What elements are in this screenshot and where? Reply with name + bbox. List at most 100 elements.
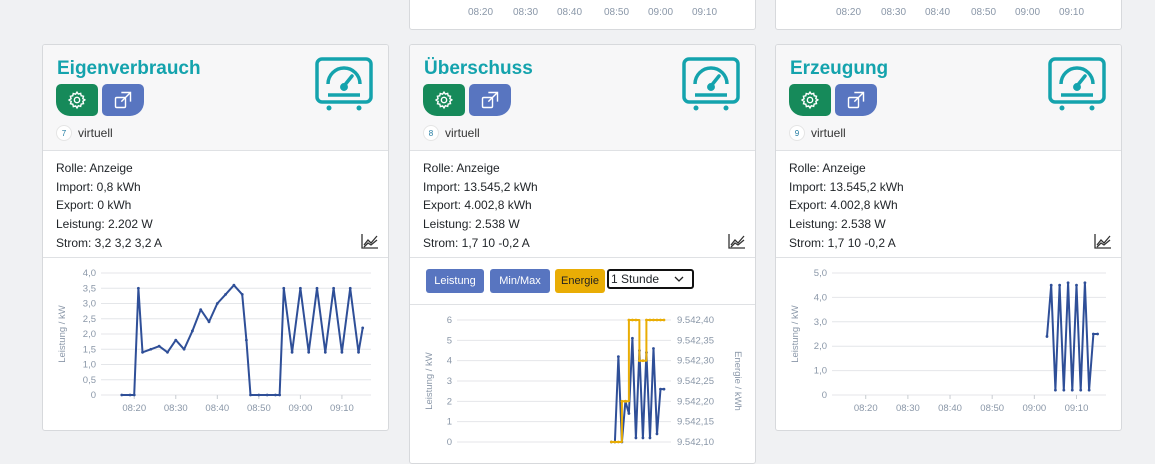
virtual-label: virtuell (811, 126, 846, 140)
data-point (1054, 388, 1057, 392)
open-link-button[interactable] (469, 84, 511, 116)
y-tick-label: 4 (447, 356, 452, 367)
data-point (652, 347, 655, 350)
settings-button[interactable] (56, 84, 98, 116)
data-point (149, 347, 153, 351)
data-point (348, 286, 352, 290)
data-point (249, 393, 252, 397)
data-point (616, 440, 620, 444)
info-import: Import: 13.545,2 kWh (423, 179, 538, 194)
data-point (1070, 388, 1074, 392)
card-header: Überschuss 8 virtuell (410, 45, 755, 151)
meter-info: Rolle: Anzeige Import: 13.545,2 kWh Expo… (410, 151, 755, 258)
meter-icon (682, 57, 740, 111)
x-tick-label: 09:10 (1065, 403, 1089, 414)
data-point (641, 436, 645, 440)
open-link-button[interactable] (102, 84, 144, 116)
x-tick-label: 08:50 (980, 403, 1004, 414)
info-current: Strom: 1,7 10 -0,2 A (789, 235, 896, 250)
x-tick-label: 08:20 (122, 403, 146, 414)
data-point (645, 318, 648, 322)
card-top-middle: 08:20 08:30 08:40 08:50 09:00 09:10 (409, 0, 756, 30)
data-point (361, 326, 365, 330)
y-tick-label: 3,5 (83, 283, 96, 294)
data-point (207, 320, 211, 324)
power-button[interactable]: Leistung (426, 269, 484, 293)
info-current: Strom: 3,2 3,2 3,2 A (56, 235, 163, 250)
time-range-value: 1 Stunde (611, 272, 660, 286)
meter-icon (1048, 57, 1106, 111)
info-role: Rolle: Anzeige (423, 161, 500, 175)
open-link-button[interactable] (835, 84, 877, 116)
info-export: Export: 4.002,8 kWh (423, 198, 532, 213)
data-point (631, 318, 634, 322)
power-chart: 0 0,5 1,0 1,5 2,0 2,5 3,0 3,5 4,0 08:20 08:30 08:40… (43, 258, 388, 430)
data-point (166, 350, 169, 354)
x-tick-label: 09:00 (288, 403, 312, 414)
y-tick-label: 1,0 (814, 366, 827, 377)
card-header: Eigenverbrauch 7 virtuell (43, 45, 388, 151)
tick-label: 09:10 (1059, 7, 1085, 18)
chart-svg: 0 0,5 1,0 1,5 2,0 2,5 3,0 3,5 4,0 08:20 08:30 08:40… (57, 268, 371, 414)
x-tick-label: 08:30 (164, 403, 188, 414)
data-point (659, 387, 662, 391)
data-point (620, 399, 624, 403)
data-point (631, 336, 634, 340)
y-tick-label: 0 (822, 390, 827, 401)
y-tick-label: 2 (447, 396, 452, 407)
virtual-label: virtuell (445, 126, 480, 140)
info-power: Leistung: 2.202 W (56, 217, 153, 232)
x-tick-label: 08:40 (205, 403, 229, 414)
y-tick-label: 4,0 (83, 268, 96, 279)
data-point (609, 440, 613, 444)
data-point (659, 318, 662, 322)
data-point (332, 286, 336, 290)
data-point (1066, 281, 1070, 285)
data-point (136, 286, 140, 290)
info-export: Export: 0 kWh (56, 198, 132, 213)
info-power: Leistung: 2.538 W (423, 217, 520, 232)
data-point (613, 440, 617, 444)
data-point (257, 393, 261, 397)
x-tick-label: 08:50 (247, 403, 271, 414)
data-point (641, 359, 645, 363)
data-point (323, 350, 327, 354)
y2-axis-label: Energie / kWh (732, 351, 743, 411)
info-power: Leistung: 2.538 W (789, 217, 886, 232)
open-external-icon (481, 91, 499, 109)
chevron-down-icon (674, 276, 684, 282)
minmax-button[interactable]: Min/Max (490, 269, 550, 293)
chart-toggle-icon[interactable] (361, 233, 379, 249)
data-point (244, 338, 248, 342)
chart-toggle-icon[interactable] (728, 233, 746, 249)
series-line-0 (611, 337, 664, 443)
chart-toggle-icon[interactable] (1094, 233, 1112, 249)
data-point (1079, 388, 1083, 392)
data-point (357, 350, 360, 354)
settings-button[interactable] (423, 84, 465, 116)
gear-icon (800, 90, 820, 110)
id-badge: 9 (789, 125, 805, 141)
data-point (240, 292, 244, 296)
y-tick-label: 6 (447, 315, 452, 326)
data-point (1087, 388, 1091, 392)
info-export: Export: 4.002,8 kWh (789, 198, 898, 213)
y-tick-label: 4,0 (814, 292, 827, 303)
data-point (128, 393, 132, 397)
y-tick-label: 2,5 (83, 314, 96, 325)
data-point (174, 338, 178, 342)
tick-label: 09:00 (1015, 7, 1041, 18)
data-point (638, 359, 641, 363)
data-point (224, 292, 228, 296)
settings-button[interactable] (789, 84, 831, 116)
data-point (1058, 283, 1062, 287)
y-tick-label: 1,5 (83, 344, 96, 355)
tick-label: 08:30 (513, 7, 539, 18)
tick-label: 09:10 (692, 7, 718, 18)
data-point (655, 318, 659, 322)
time-range-select[interactable]: 1 Stunde (607, 269, 694, 289)
tick-label: 08:20 (836, 7, 862, 18)
data-point (290, 350, 294, 354)
gear-icon (434, 90, 454, 110)
energy-button[interactable]: Energie (555, 269, 605, 293)
